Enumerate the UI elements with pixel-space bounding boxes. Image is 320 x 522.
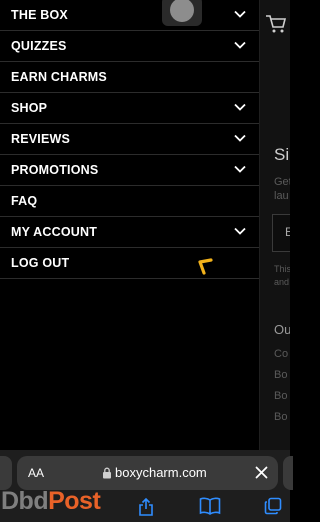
previous-tab-peek[interactable] [0, 456, 12, 490]
text-size-button[interactable]: AA [28, 466, 44, 480]
menu-item-quizzes[interactable]: QUIZZES [0, 31, 259, 62]
menu-item-label: THE BOX [11, 8, 68, 22]
menu-item-label: PROMOTIONS [11, 163, 99, 177]
menu-item-shop[interactable]: SHOP [0, 93, 259, 124]
background-title: Si [274, 145, 290, 164]
menu-item-my-account[interactable]: MY ACCOUNT [0, 217, 259, 248]
background-page: Si Get lau E This and Ou Co Bo Bo Bo [259, 0, 290, 450]
chevron-down-icon[interactable] [234, 10, 246, 19]
background-text: lau [274, 190, 289, 202]
chevron-down-icon[interactable] [234, 103, 246, 112]
chevron-down-icon[interactable] [234, 227, 246, 236]
chevron-down-icon[interactable] [234, 41, 246, 50]
bookmarks-icon[interactable] [199, 497, 221, 515]
pointer-arrow-icon [198, 258, 213, 275]
background-link[interactable]: Bo [274, 390, 287, 402]
chevron-down-icon[interactable] [234, 165, 246, 174]
menu-item-the-box[interactable]: THE BOX [0, 0, 259, 31]
chevron-down-icon[interactable] [234, 134, 246, 143]
cart-icon[interactable] [265, 14, 287, 34]
menu-item-faq[interactable]: FAQ [0, 186, 259, 217]
background-note: This [274, 264, 290, 274]
watermark-logo: DbdPost [1, 487, 101, 516]
background-input-text: E [285, 225, 290, 239]
background-section-title: Ou [274, 322, 290, 337]
menu-item-reviews[interactable]: REVIEWS [0, 124, 259, 155]
watermark-text-part1: Dbd [1, 487, 49, 515]
background-note: and [274, 277, 290, 287]
tabs-icon[interactable] [264, 497, 282, 515]
share-icon[interactable] [138, 497, 154, 517]
watermark-text-part2: Post [48, 487, 101, 515]
background-link[interactable]: Bo [274, 369, 287, 381]
menu-item-label: SHOP [11, 101, 48, 115]
menu-item-label: LOG OUT [11, 256, 70, 270]
background-link[interactable]: Bo [274, 411, 287, 423]
menu-item-label: FAQ [11, 194, 38, 208]
menu-item-log-out[interactable]: LOG OUT [0, 248, 259, 279]
background-input[interactable]: E [272, 214, 290, 252]
menu-item-earn-charms[interactable]: EARN CHARMS [0, 62, 259, 93]
next-tab-peek[interactable] [283, 456, 293, 490]
nav-drawer: THE BOX QUIZZES EARN CHARMS SHOP REVIEWS… [0, 0, 260, 450]
close-icon[interactable] [255, 466, 268, 479]
menu-item-label: MY ACCOUNT [11, 225, 98, 239]
background-link[interactable]: Co [274, 348, 288, 360]
menu-item-label: EARN CHARMS [11, 70, 107, 84]
menu-item-label: QUIZZES [11, 39, 67, 53]
url-text: boxycharm.com [115, 465, 207, 480]
address-bar[interactable]: AA boxycharm.com [17, 456, 278, 490]
menu-item-promotions[interactable]: PROMOTIONS [0, 155, 259, 186]
lock-icon [103, 467, 111, 479]
background-text: Get [274, 176, 290, 188]
menu-item-label: REVIEWS [11, 132, 71, 146]
